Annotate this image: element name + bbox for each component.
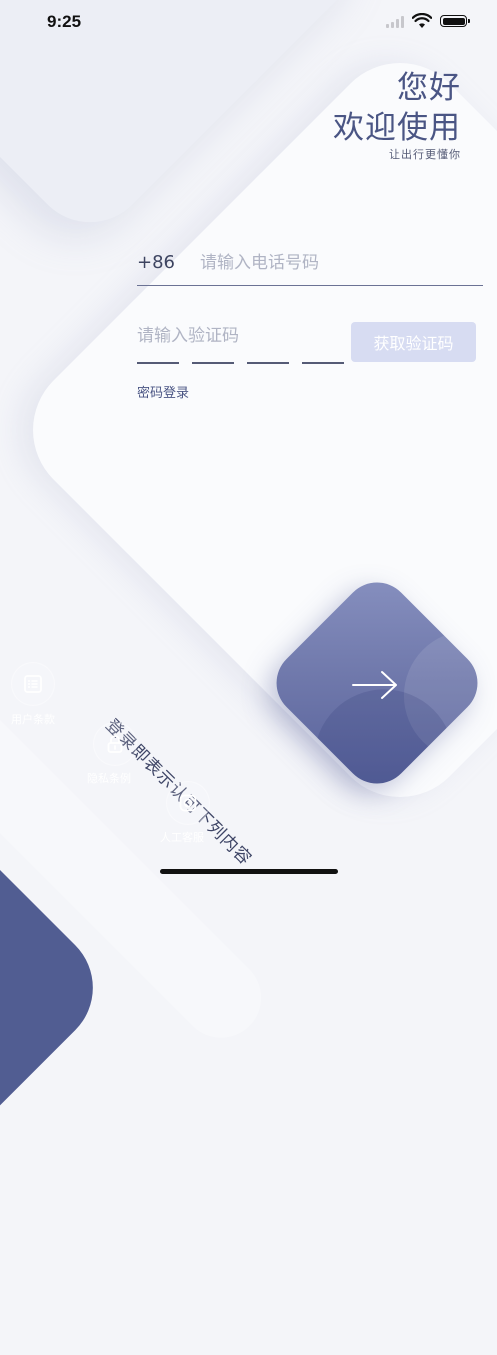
home-indicator: [160, 869, 338, 874]
country-code[interactable]: +86: [137, 252, 175, 273]
password-login-link[interactable]: 密码登录: [137, 382, 189, 401]
code-slot: [302, 362, 344, 364]
get-code-button[interactable]: 获取验证码: [351, 322, 476, 362]
status-time: 9:25: [47, 12, 82, 31]
code-slot: [192, 362, 234, 364]
greeting-title: 您好: [397, 70, 461, 106]
user-terms-label[interactable]: 用户条款: [11, 711, 55, 727]
verification-code-input[interactable]: [137, 322, 337, 350]
status-bar: 9:25: [0, 0, 497, 44]
privacy-policy-button[interactable]: [93, 722, 137, 766]
camera-icon: [179, 794, 197, 812]
phone-input[interactable]: [200, 248, 480, 278]
lock-icon: [107, 735, 123, 753]
user-terms-button[interactable]: [11, 662, 55, 706]
code-slot: [137, 362, 179, 364]
wifi-icon: [412, 13, 432, 28]
submit-button[interactable]: [262, 568, 492, 798]
list-icon: [24, 675, 42, 693]
privacy-policy-label[interactable]: 隐私条例: [87, 770, 131, 786]
greeting-welcome: 欢迎使用: [333, 110, 461, 146]
battery-icon: [440, 15, 470, 27]
customer-service-button[interactable]: [166, 781, 210, 825]
phone-underline: [137, 285, 483, 286]
customer-service-label[interactable]: 人工客服: [160, 829, 204, 845]
greeting-subtitle: 让出行更懂你: [389, 148, 461, 161]
code-slot: [247, 362, 289, 364]
signal-icon: [386, 16, 406, 28]
